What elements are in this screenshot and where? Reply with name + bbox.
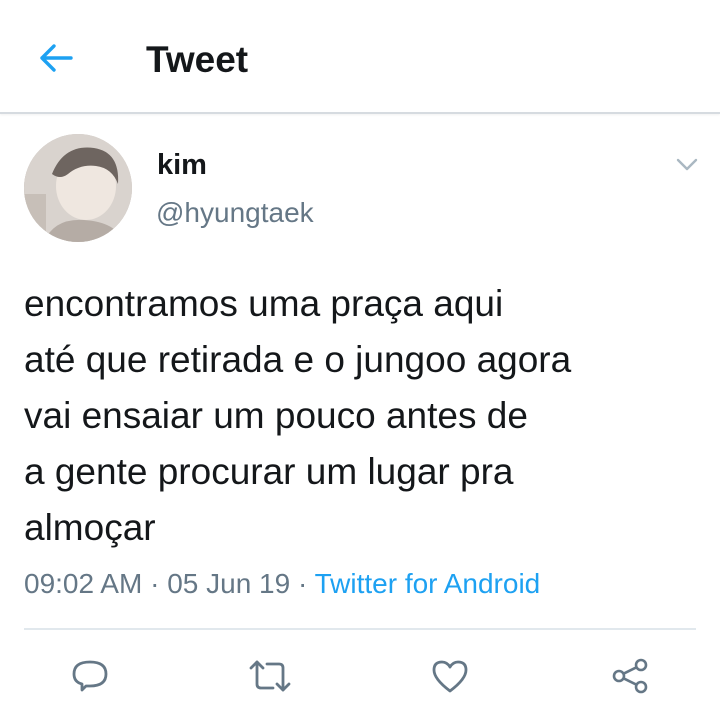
reply-button[interactable] [66, 652, 114, 700]
back-button[interactable] [34, 38, 78, 78]
profile-photo [24, 134, 132, 242]
meta-separator: · [150, 568, 160, 599]
like-icon [432, 660, 468, 693]
avatar[interactable] [24, 134, 132, 242]
tweet-time: 09:02 AM [24, 568, 143, 599]
top-app-bar: Tweet [0, 0, 720, 114]
chevron-down-icon [676, 158, 698, 171]
tweet-meta: 09:02 AM · 05 Jun 19 · Twitter for Andro… [24, 566, 540, 602]
retweet-icon [249, 660, 291, 692]
author-name[interactable]: kim [157, 148, 207, 182]
share-button[interactable] [606, 652, 654, 700]
like-button[interactable] [426, 652, 474, 700]
retweet-button[interactable] [246, 652, 294, 700]
tweet-text: encontramos uma praça aqui até que retir… [24, 283, 572, 548]
divider [24, 628, 696, 630]
share-icon [612, 658, 648, 694]
arrow-left-icon [40, 44, 73, 72]
author-handle[interactable]: @hyungtaek [156, 196, 314, 230]
tweet-date: 05 Jun 19 [167, 568, 291, 599]
page-title: Tweet [146, 39, 249, 80]
meta-separator: · [297, 568, 308, 599]
tweet-source-link[interactable]: Twitter for Android [315, 568, 541, 599]
more-options-button[interactable] [670, 150, 704, 180]
reply-icon [72, 660, 108, 692]
